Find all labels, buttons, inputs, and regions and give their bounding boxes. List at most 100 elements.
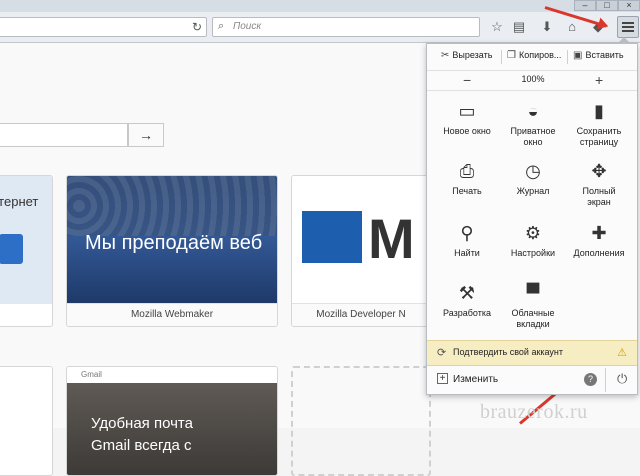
search-icon: ⌕	[218, 20, 225, 32]
close-window-button[interactable]: ×	[618, 0, 640, 11]
zoom-reset-button[interactable]: 100%	[517, 74, 549, 84]
item-label: Новое окно	[443, 126, 491, 136]
synced-tabs-button[interactable]: ▀ Облачные вкладки	[499, 282, 567, 330]
site-tile[interactable]: M Mozilla Developer N	[291, 175, 431, 327]
tile-thumbnail: M	[292, 176, 430, 304]
tile-caption: Mozilla Developer N	[292, 303, 430, 326]
fullscreen-button[interactable]: ✥ Полный экран	[565, 160, 633, 208]
new-window-button[interactable]: ▭ Новое окно	[433, 100, 501, 137]
item-label: Приватное окно	[510, 126, 556, 147]
paste-button[interactable]: ▣ Вставить	[573, 50, 624, 61]
navigation-toolbar: ↻ ⌕ Поиск ☆ ▤ ⬇ ⌂ ◆	[0, 12, 640, 43]
site-tile[interactable]: нтернет	[0, 175, 53, 327]
site-tile[interactable]: Gmail Удобная почта Gmail всегда с	[66, 366, 278, 476]
divider	[605, 368, 606, 392]
reload-icon[interactable]: ↻	[192, 20, 202, 34]
copy-label: Копиров...	[518, 50, 562, 60]
save-page-icon: ▮	[594, 101, 604, 121]
copy-button[interactable]: ❐ Копиров...	[507, 50, 561, 61]
item-label: Разработка	[443, 308, 491, 318]
search-placeholder: Поиск	[233, 21, 262, 32]
private-mask-icon: ◒	[527, 101, 539, 121]
fullscreen-icon: ✥	[591, 161, 607, 181]
item-label: Полный экран	[582, 186, 616, 207]
tile-logo-text: M	[368, 207, 415, 270]
edit-controls: ✂ Вырезать ❐ Копиров... ▣ Вставить	[427, 44, 637, 71]
scissors-icon: ✂	[441, 50, 450, 61]
copy-icon: ❐	[507, 50, 516, 61]
mdn-logo	[302, 211, 362, 263]
item-label: Сохранить страницу	[576, 126, 622, 147]
site-tile[interactable]	[0, 366, 53, 476]
new-window-icon: ▭	[458, 101, 476, 121]
gmail-header: Gmail	[67, 367, 277, 384]
settings-button[interactable]: ⚙ Настройки	[499, 222, 567, 259]
customize-plus-icon: +	[437, 373, 448, 384]
developer-button[interactable]: ⚒ Разработка	[433, 282, 501, 319]
history-clock-icon: ◷	[525, 161, 541, 181]
home-icon[interactable]: ⌂	[563, 18, 581, 36]
zoom-in-button[interactable]: +	[595, 72, 603, 88]
settings-gear-icon: ⚙	[524, 223, 542, 243]
main-menu-panel: ✂ Вырезать ❐ Копиров... ▣ Вставить − 100% +…	[426, 37, 638, 395]
hamburger-menu-icon[interactable]	[617, 16, 639, 38]
divider	[567, 50, 568, 64]
maximize-button[interactable]: □	[596, 0, 618, 11]
paste-icon: ▣	[573, 50, 583, 61]
sync-icon: ⟳	[437, 347, 447, 359]
item-label: Дополнения	[573, 248, 625, 258]
help-icon[interactable]: ?	[584, 373, 597, 386]
tile-thumbnail	[0, 367, 52, 453]
tile-headline: Мы преподаём веб	[85, 232, 263, 254]
newtab-search-input[interactable]	[0, 123, 128, 147]
item-label: Найти	[454, 248, 480, 258]
find-button[interactable]: ⚲ Найти	[433, 222, 501, 259]
tile-text: нтернет	[0, 194, 39, 209]
tile-subheadline: Gmail всегда с	[91, 437, 192, 454]
customize-button[interactable]: Изменить	[453, 374, 498, 385]
verify-account-row[interactable]: ⟳ Подтвердить свой аккаунт ⚠	[427, 340, 637, 366]
bookmark-star-icon[interactable]: ☆	[488, 18, 506, 36]
zoom-out-button[interactable]: −	[463, 72, 471, 88]
warning-icon: ⚠	[617, 347, 627, 359]
empty-tile-placeholder[interactable]	[291, 366, 431, 476]
item-label: Печать	[452, 186, 482, 196]
item-label: Журнал	[516, 186, 550, 196]
firefox-logo	[0, 234, 23, 264]
print-button[interactable]: ⎙ Печать	[433, 160, 501, 197]
tile-caption: Mozilla Webmaker	[67, 303, 277, 326]
find-magnifier-icon: ⚲	[460, 223, 474, 243]
item-label: Настройки	[510, 248, 556, 258]
tile-headline: Удобная почта	[91, 415, 193, 432]
verify-account-label: Подтвердить свой аккаунт	[453, 347, 564, 357]
print-icon: ⎙	[459, 161, 475, 181]
divider	[501, 50, 502, 64]
tile-thumbnail: нтернет	[0, 176, 52, 304]
developer-wrench-icon: ⚒	[458, 283, 476, 303]
search-bar[interactable]: ⌕ Поиск	[212, 17, 480, 37]
gmail-label: Gmail	[81, 370, 102, 379]
tile-thumbnail: Мы преподаём веб	[67, 176, 277, 304]
menu-footer: + Изменить ? ⏻	[427, 366, 637, 394]
tile-thumbnail: Удобная почта Gmail всегда с	[67, 383, 277, 475]
reading-list-icon[interactable]: ▤	[510, 18, 528, 36]
zoom-controls: − 100% +	[427, 70, 637, 91]
url-bar[interactable]: ↻	[0, 17, 207, 37]
save-page-button[interactable]: ▮ Сохранить страницу	[565, 100, 633, 148]
paste-label: Вставить	[585, 50, 624, 60]
cut-label: Вырезать	[452, 50, 493, 60]
site-tile[interactable]: Мы преподаём веб Mozilla Webmaker	[66, 175, 278, 327]
download-icon[interactable]: ⬇	[538, 18, 556, 36]
quit-power-icon[interactable]: ⏻	[617, 371, 627, 387]
addons-puzzle-icon: ✚	[591, 223, 607, 243]
minimize-button[interactable]: –	[574, 0, 596, 11]
synced-tabs-icon: ▀	[526, 283, 540, 303]
watermark: brauzerok.ru	[480, 401, 588, 423]
cut-button[interactable]: ✂ Вырезать	[441, 50, 492, 61]
item-label: Облачные вкладки	[511, 308, 555, 329]
history-button[interactable]: ◷ Журнал	[499, 160, 567, 197]
addons-button[interactable]: ✚ Дополнения	[565, 222, 633, 259]
crowd-photo	[67, 176, 277, 236]
private-window-button[interactable]: ◒ Приватное окно	[499, 100, 567, 148]
search-go-button[interactable]: →	[128, 123, 164, 147]
